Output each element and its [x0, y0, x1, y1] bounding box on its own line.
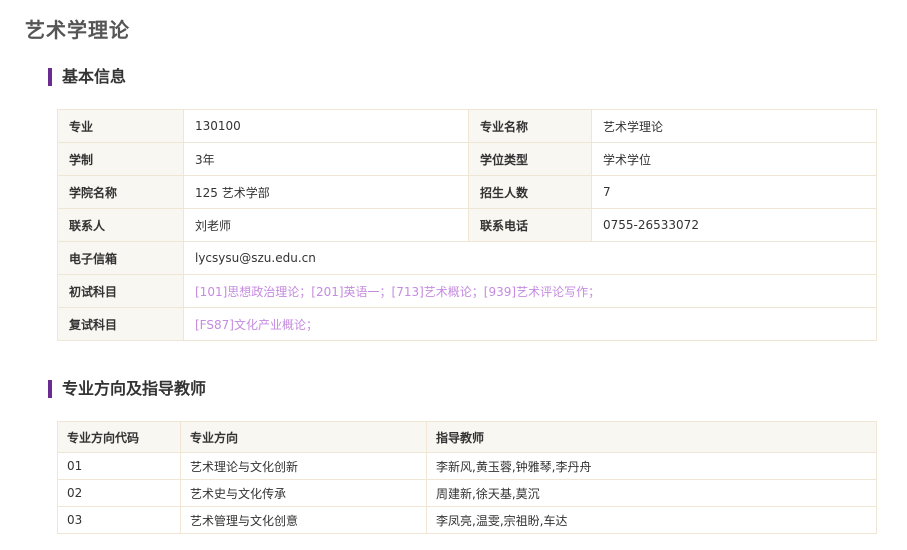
info-value: 3年 [183, 142, 469, 176]
info-value: 7 [591, 175, 877, 209]
info-label: 专业 [57, 109, 184, 143]
info-label: 招生人数 [468, 175, 592, 209]
table-row: 联系人 刘老师 联系电话 0755-26533072 [57, 208, 877, 242]
table-row: 学院名称 125 艺术学部 招生人数 7 [57, 175, 877, 209]
section-title-basic-info: 基本信息 [48, 68, 126, 86]
direction-code: 02 [57, 479, 181, 507]
info-label: 学制 [57, 142, 184, 176]
initial-exam-label: 初试科目 [57, 274, 184, 308]
info-value: 艺术学理论 [591, 109, 877, 143]
info-label: 联系人 [57, 208, 184, 242]
page-title: 艺术学理论 [25, 18, 130, 42]
table-row: 初试科目 [101]思想政治理论；[201]英语一；[713]艺术概论；[939… [57, 274, 877, 308]
direction-name: 艺术管理与文化创意 [180, 506, 427, 534]
direction-advisors: 李新风,黄玉蓉,钟雅琴,李丹舟 [426, 452, 877, 480]
info-label: 学位类型 [468, 142, 592, 176]
info-label: 学院名称 [57, 175, 184, 209]
direction-code: 01 [57, 452, 181, 480]
direction-advisors: 周建新,徐天基,莫沉 [426, 479, 877, 507]
table-row: 01 艺术理论与文化创新 李新风,黄玉蓉,钟雅琴,李丹舟 [57, 452, 877, 480]
table-row: 03 艺术管理与文化创意 李凤亮,温雯,宗祖盼,车达 [57, 506, 877, 534]
table-row: 电子信箱 lycsysu@szu.edu.cn [57, 241, 877, 275]
direction-name: 艺术史与文化传承 [180, 479, 427, 507]
section-title-directions: 专业方向及指导教师 [48, 380, 206, 398]
table-row: 学制 3年 学位类型 学术学位 [57, 142, 877, 176]
info-value: 0755-26533072 [591, 208, 877, 242]
column-header: 专业方向 [180, 421, 427, 453]
column-header: 专业方向代码 [57, 421, 181, 453]
direction-name: 艺术理论与文化创新 [180, 452, 427, 480]
direction-advisors: 李凤亮,温雯,宗祖盼,车达 [426, 506, 877, 534]
info-label: 专业名称 [468, 109, 592, 143]
email-label: 电子信箱 [57, 241, 184, 275]
column-header: 指导教师 [426, 421, 877, 453]
info-value: 刘老师 [183, 208, 469, 242]
basic-info-table: 专业 130100 专业名称 艺术学理论 学制 3年 学位类型 学术学位 学院名… [57, 109, 877, 341]
info-label: 联系电话 [468, 208, 592, 242]
info-value: 学术学位 [591, 142, 877, 176]
table-row: 专业 130100 专业名称 艺术学理论 [57, 109, 877, 143]
direction-code: 03 [57, 506, 181, 534]
initial-exam-subjects[interactable]: [101]思想政治理论；[201]英语一；[713]艺术概论；[939]艺术评论… [183, 274, 877, 308]
retest-exam-subjects[interactable]: [FS87]文化产业概论； [183, 307, 877, 341]
email-value: lycsysu@szu.edu.cn [183, 241, 877, 275]
directions-table: 专业方向代码 专业方向 指导教师 01 艺术理论与文化创新 李新风,黄玉蓉,钟雅… [57, 421, 877, 534]
table-row: 复试科目 [FS87]文化产业概论； [57, 307, 877, 341]
table-row: 02 艺术史与文化传承 周建新,徐天基,莫沉 [57, 479, 877, 507]
table-header-row: 专业方向代码 专业方向 指导教师 [57, 421, 877, 453]
info-value: 130100 [183, 109, 469, 143]
retest-exam-label: 复试科目 [57, 307, 184, 341]
info-value: 125 艺术学部 [183, 175, 469, 209]
